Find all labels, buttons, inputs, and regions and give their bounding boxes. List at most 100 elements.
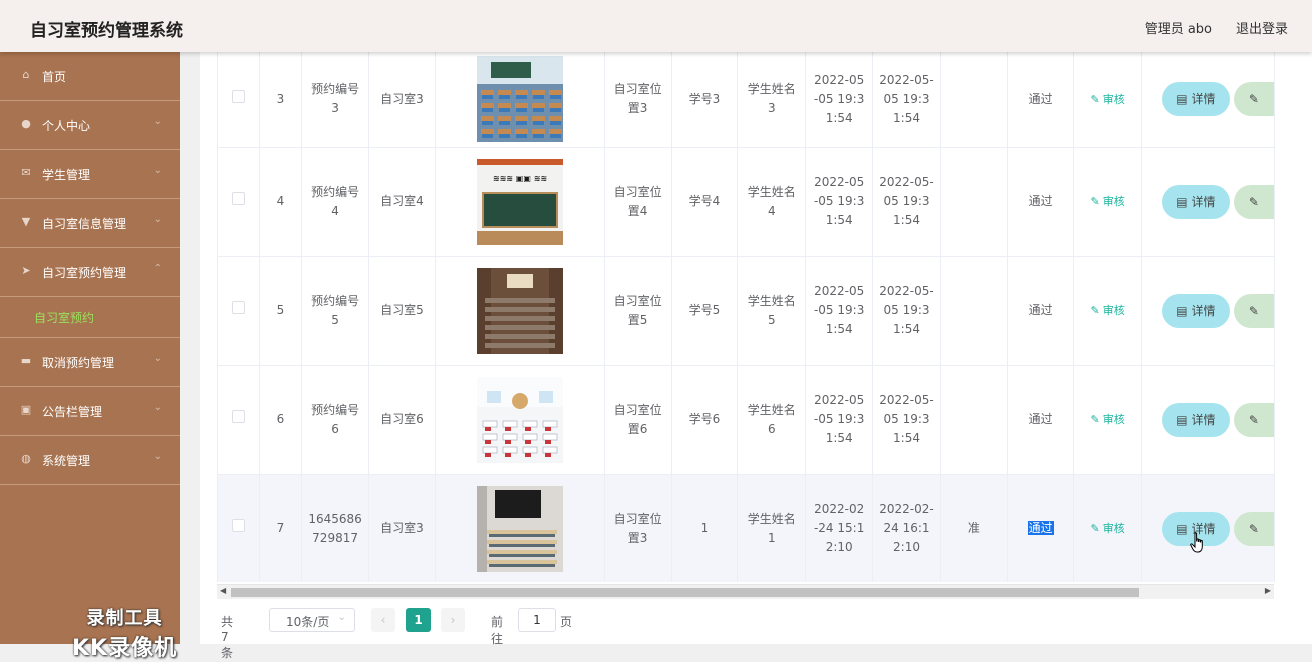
next-page-button[interactable]: ›: [441, 608, 465, 632]
row-index-cell: 5: [259, 256, 303, 366]
room-photo: [436, 56, 603, 143]
sidebar-item-2[interactable]: ✉ 学生管理 ⌄: [0, 150, 180, 199]
total-count: 共 7 条: [221, 615, 234, 660]
row-index: 7: [276, 521, 285, 535]
document-icon: ▤: [1176, 92, 1188, 107]
room-name-cell: 自习室3: [368, 52, 436, 148]
sidebar-item-0[interactable]: ⌂ 首页: [0, 52, 180, 101]
table-row: 4 预约编号4 自习室4 ≋≋≋ ▣▣ ≋≋ 自习室位置4 学号4 学生姓名4 2022-05…: [218, 147, 1275, 257]
student-id-cell: 学号6: [671, 365, 739, 475]
detail-label: 详情: [1191, 92, 1216, 107]
sidebar-item-3[interactable]: ▼ 自习室信息管理 ⌄: [0, 199, 180, 248]
edit-button[interactable]: ✎: [1233, 402, 1274, 437]
goto-label: 前往: [491, 615, 504, 646]
student-id: 学号4: [688, 194, 721, 208]
row-checkbox[interactable]: [231, 192, 245, 205]
row-checkbox[interactable]: [231, 410, 245, 423]
scrollbar-thumb[interactable]: [231, 588, 1139, 597]
svg-text:≋≋≋ ▣▣ ≋≋: ≋≋≋ ▣▣ ≋≋: [493, 174, 547, 183]
student-id: 学号5: [688, 303, 721, 317]
status-text: 通过: [1028, 91, 1053, 106]
actions-cell: ▤ 详情 ✎: [1141, 365, 1275, 475]
room-name-cell: 自习室6: [368, 365, 436, 475]
audit-cell: ✎ 审核: [1073, 365, 1142, 475]
document-icon: ▤: [1176, 521, 1188, 536]
booking-number: 预约编号4: [311, 184, 360, 218]
edit-pen-icon: ✎: [1090, 304, 1100, 317]
sidebar-item-label: 自习室预约管理: [42, 266, 127, 280]
start-time-cell: 2022-05-05 19:31:54: [805, 52, 874, 148]
edit-button[interactable]: ✎: [1233, 82, 1274, 117]
booking-number: 1645686729817: [308, 511, 362, 545]
edit-icon: ✎: [1248, 303, 1259, 318]
prev-page-button[interactable]: ‹: [371, 608, 395, 632]
audit-cell: ✎ 审核: [1073, 256, 1142, 366]
audit-label: 审核: [1102, 304, 1125, 317]
audit-link[interactable]: ✎ 审核: [1091, 304, 1125, 317]
student-id-cell: 1: [671, 474, 739, 582]
edit-button[interactable]: ✎: [1233, 511, 1274, 546]
end-time-cell: 2022-02-24 16:12:10: [872, 474, 941, 582]
room-name: 自习室3: [380, 521, 424, 535]
table-row: 7 1645686729817 自习室3 自习室位置3 1 学生姓名1 2022-02-24…: [218, 474, 1275, 582]
sidebar-item-label: 自习室信息管理: [42, 217, 127, 231]
row-checkbox[interactable]: [231, 519, 245, 532]
room-location-cell: 自习室位置3: [604, 52, 672, 148]
horizontal-scrollbar[interactable]: ◀ ▶: [217, 584, 1274, 599]
chevron-down-icon: ⌄: [337, 612, 346, 623]
edit-button[interactable]: ✎: [1233, 293, 1274, 328]
sidebar-item-4[interactable]: ➤ 自习室预约管理 ⌃: [0, 248, 180, 297]
audit-label: 审核: [1102, 195, 1125, 208]
top-header: 自习室预约管理系统 管理员 abo 退出登录: [0, 0, 1312, 52]
sidebar: ⌂ 首页 ● 个人中心 ⌄ ✉ 学生管理 ⌄ ▼ 自习室信息管理 ⌄ ➤ 自习室预约管理 ⌃ 自习室预约 ▬ 取…: [0, 52, 180, 661]
room-location-cell: 自习室位置5: [604, 256, 672, 366]
end-time: 2022-05-05 19:31:54: [879, 72, 934, 125]
start-time-cell: 2022-05-05 19:31:54: [805, 147, 874, 257]
detail-button[interactable]: ▤ 详情: [1161, 402, 1230, 437]
row-index-cell: 4: [259, 147, 303, 257]
page-number-current[interactable]: 1: [406, 608, 431, 632]
edit-button[interactable]: ✎: [1233, 184, 1274, 219]
edit-icon: ✎: [1248, 412, 1259, 427]
detail-button[interactable]: ▤ 详情: [1161, 293, 1230, 328]
audit-reply-cell: [940, 256, 1008, 366]
room-image-cell: [435, 365, 605, 475]
status-cell: 通过: [1007, 474, 1075, 582]
table-row: 3 预约编号3 自习室3 自习室位置3 学号3 学生姓名3 2022-05-05 19:31…: [218, 52, 1275, 148]
row-index: 3: [276, 91, 285, 106]
detail-button[interactable]: ▤ 详情: [1161, 184, 1230, 219]
user-icon: ●: [21, 117, 31, 130]
row-checkbox[interactable]: [231, 301, 245, 314]
audit-link[interactable]: ✎ 审核: [1091, 195, 1125, 208]
logout-link[interactable]: 退出登录: [1236, 18, 1288, 37]
booking-table-container: 3 预约编号3 自习室3 自习室位置3 学号3 学生姓名3 2022-05-05 19:31…: [217, 52, 1275, 582]
actions-cell: ▤ 详情 ✎: [1141, 474, 1275, 582]
row-checkbox-cell: [218, 365, 260, 475]
sidebar-item-7[interactable]: ◍ 系统管理 ⌄: [0, 436, 180, 485]
goto-page-input[interactable]: 1: [518, 608, 556, 632]
room-location: 自习室位置6: [613, 402, 662, 436]
sidebar-item-5[interactable]: ▬ 取消预约管理 ⌄: [0, 338, 180, 387]
audit-link[interactable]: ✎ 审核: [1091, 413, 1125, 426]
admin-user-label: 管理员 abo: [1144, 22, 1212, 37]
status-text: 通过: [1027, 521, 1054, 535]
room-name-cell: 自习室3: [368, 474, 436, 582]
scroll-left-arrow-icon[interactable]: ◀: [220, 586, 226, 595]
audit-link[interactable]: ✎ 审核: [1091, 522, 1125, 535]
room-name: 自习室3: [380, 91, 424, 106]
chevron-icon: ⌄: [153, 165, 162, 176]
end-time-cell: 2022-05-05 19:31:54: [872, 52, 941, 148]
room-photo: ≋≋≋ ▣▣ ≋≋: [436, 158, 603, 245]
page-size-select[interactable]: 10条/页 ⌄: [269, 608, 355, 632]
sidebar-item-1[interactable]: ● 个人中心 ⌄: [0, 101, 180, 150]
room-name: 自习室4: [380, 194, 424, 208]
sidebar-item-6[interactable]: ▣ 公告栏管理 ⌄: [0, 387, 180, 436]
status-cell: 通过: [1007, 147, 1075, 257]
audit-link[interactable]: ✎ 审核: [1091, 93, 1125, 106]
row-checkbox[interactable]: [231, 89, 245, 103]
chevron-icon: ⌄: [153, 402, 162, 413]
start-time-cell: 2022-05-05 19:31:54: [805, 256, 874, 366]
sidebar-subitem-booking[interactable]: 自习室预约: [0, 297, 180, 338]
detail-button[interactable]: ▤ 详情: [1161, 82, 1230, 117]
scroll-right-arrow-icon[interactable]: ▶: [1265, 586, 1271, 595]
